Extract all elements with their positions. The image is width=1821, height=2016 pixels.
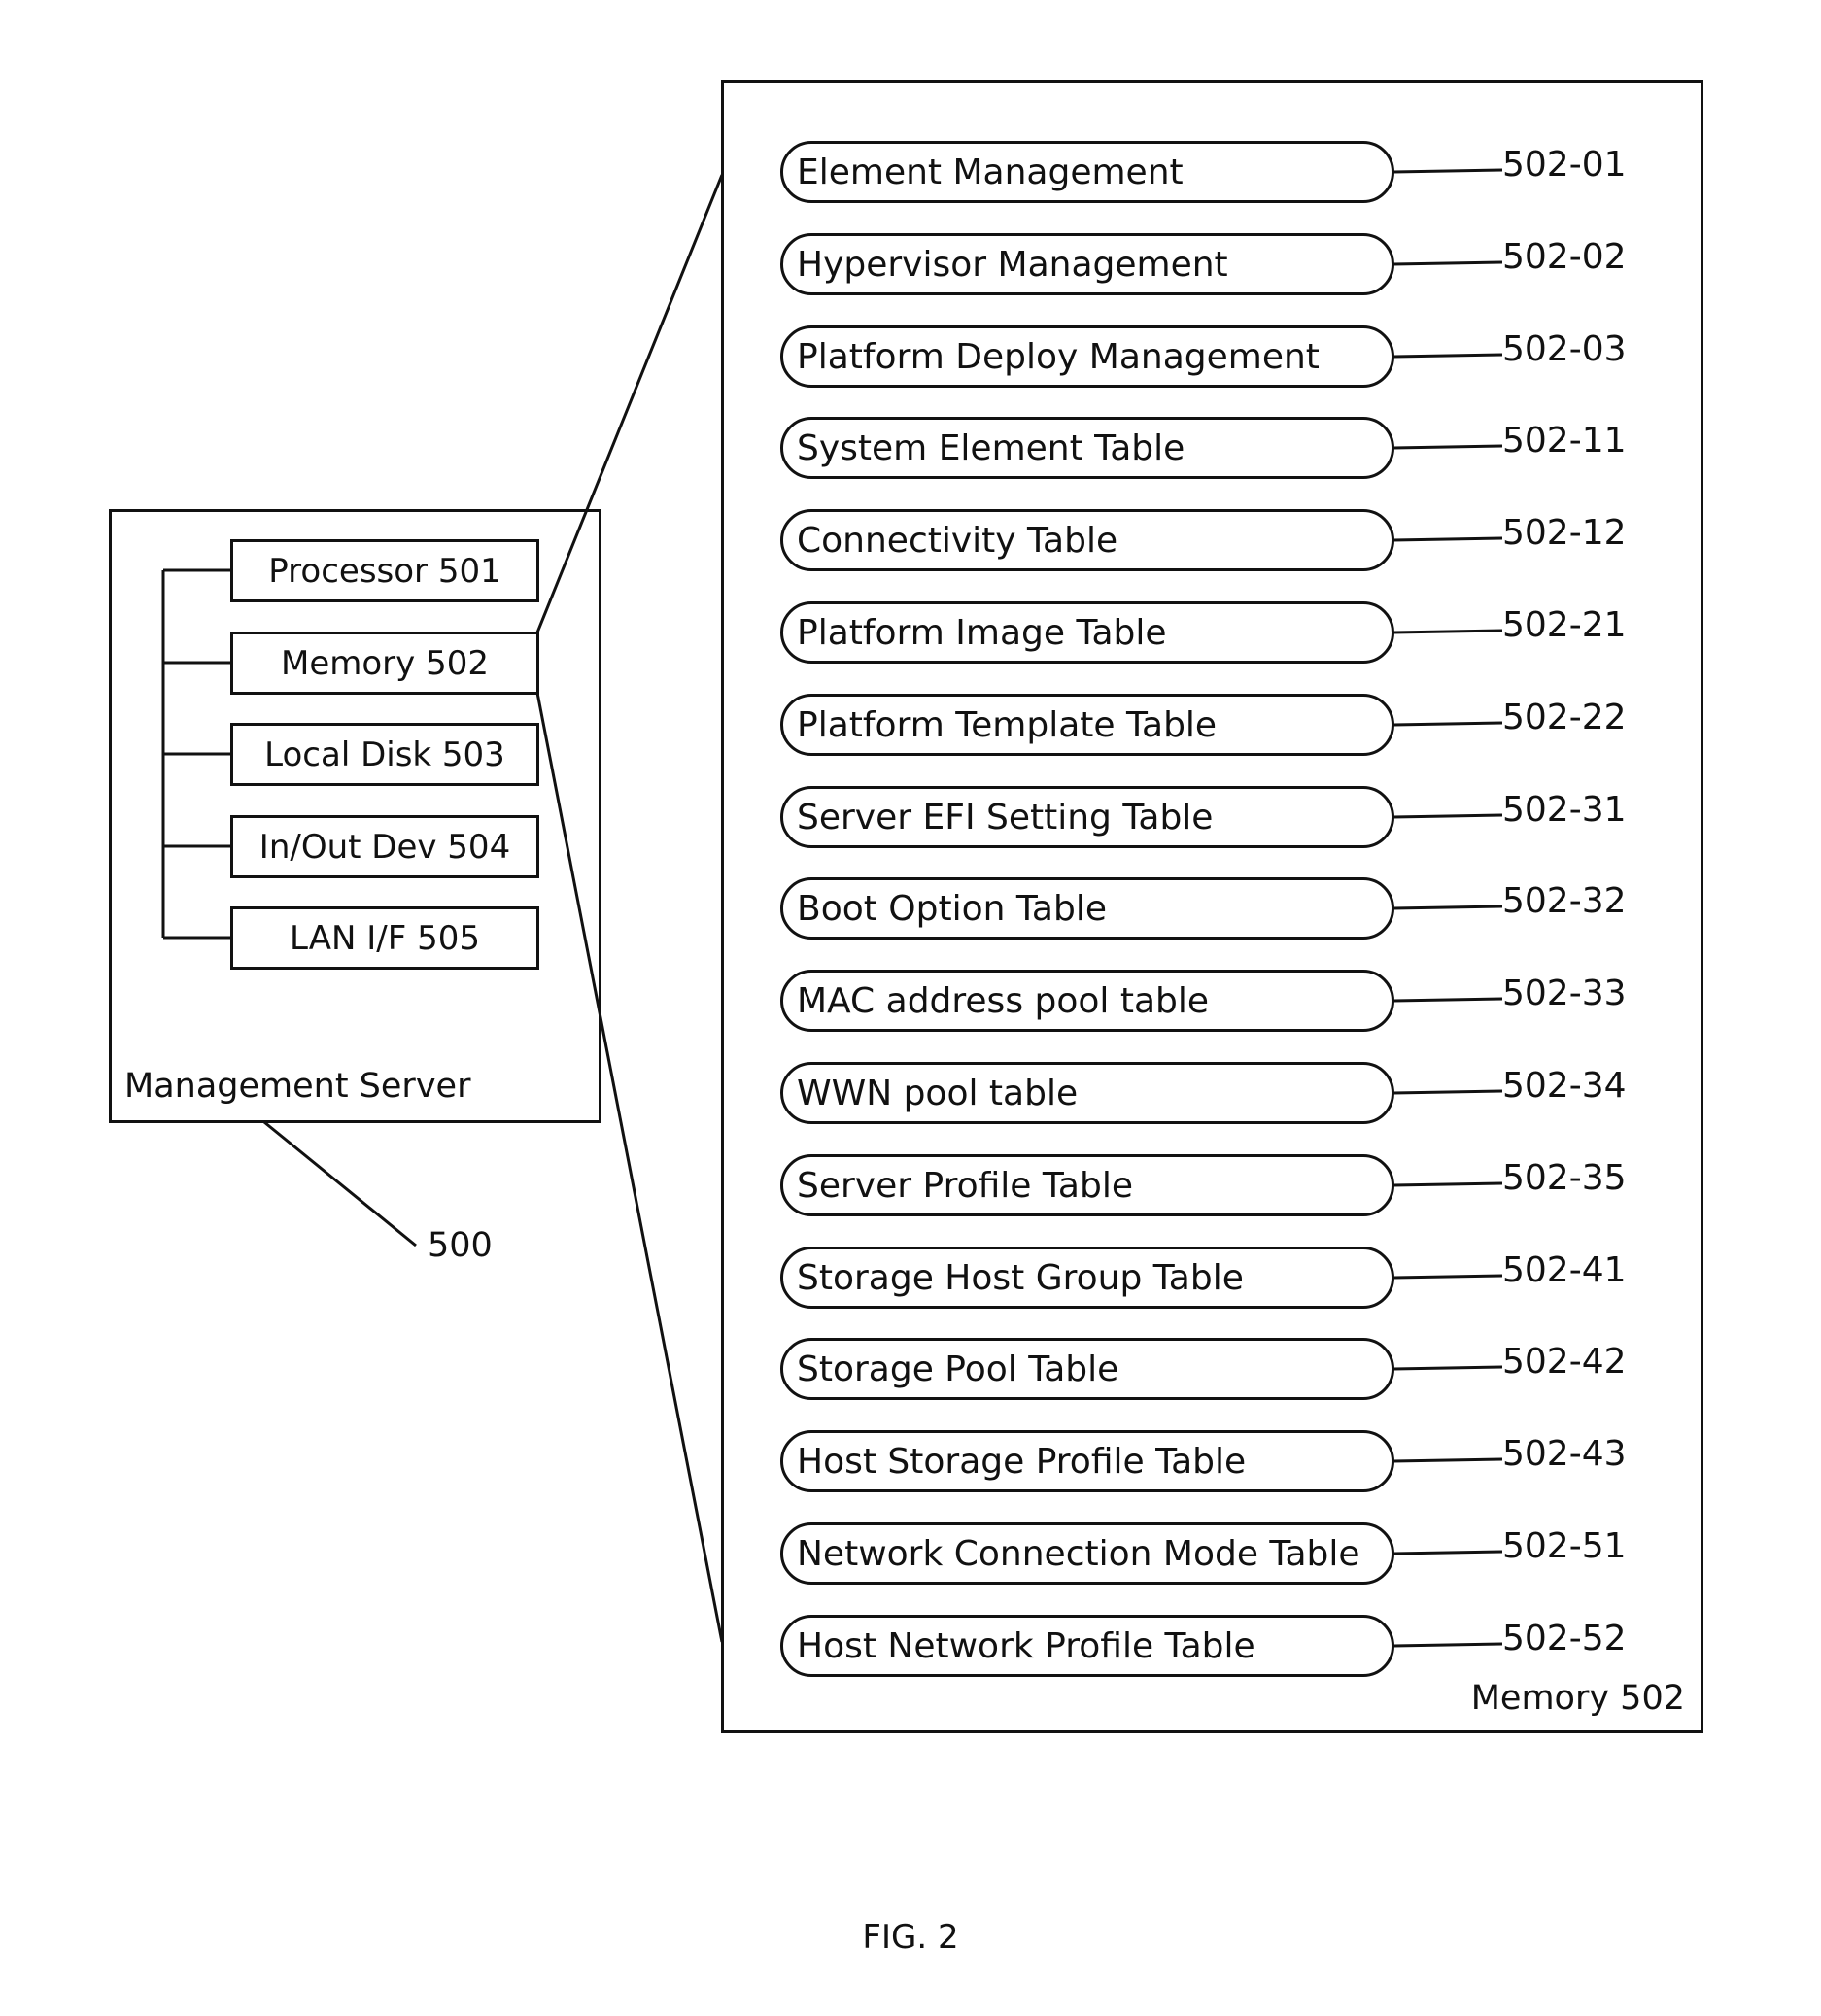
memory-item-ref: 502-33 — [1502, 974, 1627, 1013]
memory-item: MAC address pool table — [780, 970, 1394, 1032]
memory-item-label: Storage Host Group Table — [797, 1257, 1244, 1298]
memory-item: Network Connection Mode Table — [780, 1522, 1394, 1585]
figure-caption: FIG. 2 — [862, 1918, 959, 1957]
memory-item-ref: 502-52 — [1502, 1619, 1627, 1658]
memory-item-ref: 502-51 — [1502, 1526, 1627, 1566]
component-label: Memory 502 — [281, 643, 489, 683]
component-memory: Memory 502 — [230, 632, 539, 695]
memory-item-label: System Element Table — [797, 427, 1185, 468]
memory-item: Storage Host Group Table — [780, 1247, 1394, 1309]
component-label: Processor 501 — [268, 551, 501, 591]
memory-item-label: Platform Image Table — [797, 612, 1167, 653]
memory-item: Host Network Profile Table — [780, 1615, 1394, 1677]
memory-item-ref: 502-34 — [1502, 1066, 1627, 1106]
memory-item-label: Server EFI Setting Table — [797, 797, 1214, 837]
memory-item-label: Network Connection Mode Table — [797, 1533, 1360, 1574]
memory-item-ref: 502-03 — [1502, 329, 1627, 369]
memory-item: System Element Table — [780, 417, 1394, 479]
memory-item: WWN pool table — [780, 1062, 1394, 1124]
reference-number-500: 500 — [428, 1226, 493, 1265]
memory-item-label: Element Management — [797, 152, 1184, 192]
memory-item: Storage Pool Table — [780, 1338, 1394, 1400]
component-io-device: In/Out Dev 504 — [230, 815, 539, 878]
leader-line-500 — [263, 1120, 417, 1247]
memory-item-ref: 502-41 — [1502, 1250, 1627, 1290]
memory-item-ref: 502-12 — [1502, 513, 1627, 553]
component-label: LAN I/F 505 — [290, 918, 480, 958]
memory-item: Server Profile Table — [780, 1154, 1394, 1216]
memory-item-label: Storage Pool Table — [797, 1349, 1119, 1389]
memory-item: Element Management — [780, 141, 1394, 203]
management-server-label: Management Server — [124, 1067, 471, 1106]
memory-item-ref: 502-01 — [1502, 145, 1627, 185]
component-local-disk: Local Disk 503 — [230, 723, 539, 786]
memory-item-label: Platform Template Table — [797, 704, 1218, 745]
memory-item-label: Host Storage Profile Table — [797, 1441, 1247, 1482]
memory-item: Server EFI Setting Table — [780, 786, 1394, 848]
memory-item: Platform Template Table — [780, 694, 1394, 756]
memory-item-label: WWN pool table — [797, 1073, 1079, 1113]
memory-item-ref: 502-11 — [1502, 421, 1627, 461]
memory-item-label: Host Network Profile Table — [797, 1625, 1255, 1666]
memory-item-ref: 502-31 — [1502, 790, 1627, 830]
component-lan-interface: LAN I/F 505 — [230, 906, 539, 970]
memory-item: Platform Image Table — [780, 601, 1394, 664]
memory-item-label: Boot Option Table — [797, 888, 1107, 929]
component-processor: Processor 501 — [230, 539, 539, 602]
memory-item-ref: 502-32 — [1502, 881, 1627, 921]
memory-item-ref: 502-02 — [1502, 237, 1627, 277]
memory-item: Boot Option Table — [780, 877, 1394, 940]
memory-item-ref: 502-35 — [1502, 1158, 1627, 1198]
component-label: In/Out Dev 504 — [258, 827, 511, 867]
memory-detail-label: Memory 502 — [1470, 1679, 1685, 1718]
memory-item-label: Server Profile Table — [797, 1165, 1133, 1206]
memory-item-label: Platform Deploy Management — [797, 336, 1320, 377]
memory-item: Hypervisor Management — [780, 233, 1394, 295]
memory-item-ref: 502-22 — [1502, 698, 1627, 737]
memory-item-label: MAC address pool table — [797, 980, 1210, 1021]
memory-item: Platform Deploy Management — [780, 325, 1394, 388]
memory-item-label: Connectivity Table — [797, 520, 1118, 561]
memory-item-label: Hypervisor Management — [797, 244, 1228, 285]
memory-item: Connectivity Table — [780, 509, 1394, 571]
component-label: Local Disk 503 — [264, 735, 505, 774]
memory-item-ref: 502-21 — [1502, 605, 1627, 645]
memory-item-ref: 502-42 — [1502, 1342, 1627, 1382]
memory-item: Host Storage Profile Table — [780, 1430, 1394, 1492]
memory-item-ref: 502-43 — [1502, 1434, 1627, 1474]
